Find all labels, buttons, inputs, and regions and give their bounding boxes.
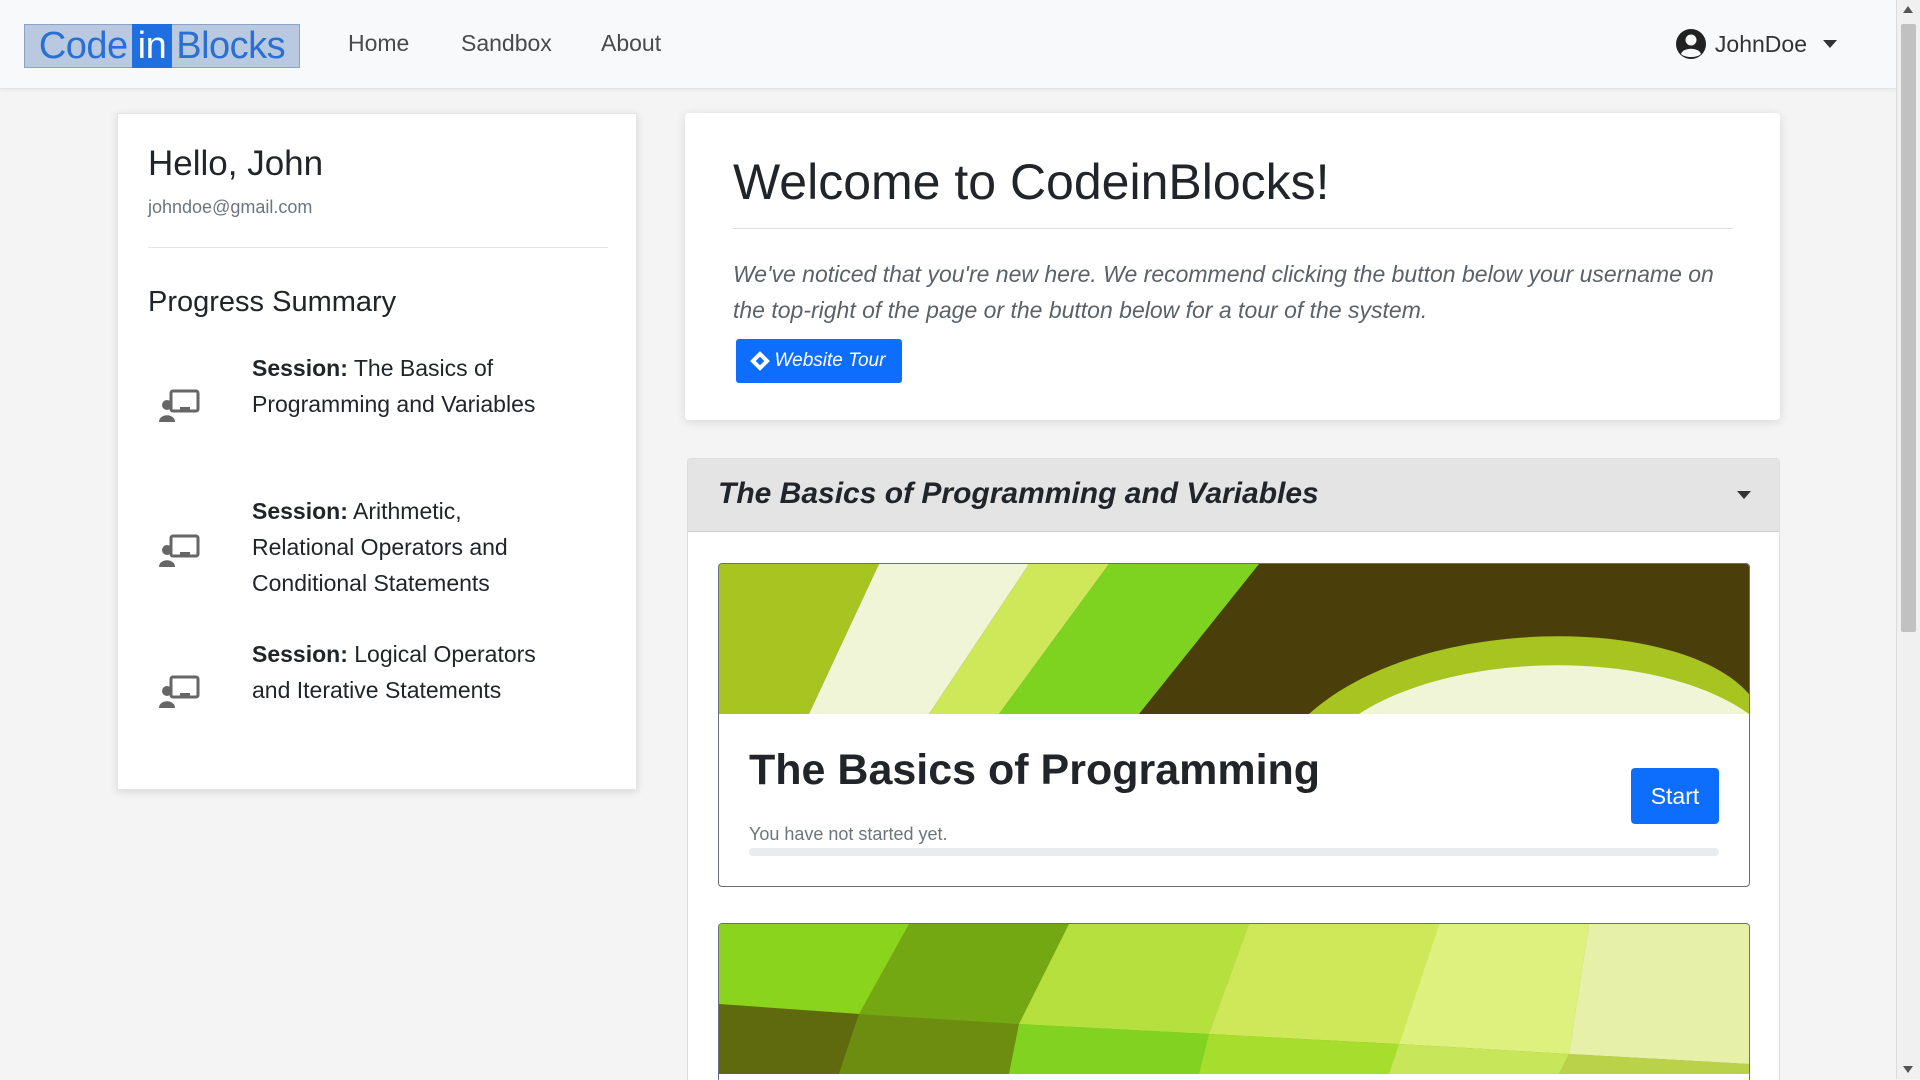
greeting-heading: Hello, John <box>148 144 324 183</box>
accordion-header[interactable]: The Basics of Programming and Variables <box>688 459 1779 532</box>
logo-text-code: Code <box>38 24 128 67</box>
chevron-down-icon <box>1823 40 1837 48</box>
logo-text-blocks: Blocks <box>176 24 286 67</box>
nav-link-about[interactable]: About <box>601 30 661 57</box>
chalkboard-teacher-icon <box>159 389 200 422</box>
divider <box>733 228 1733 229</box>
lesson-card <box>718 923 1750 1080</box>
start-lesson-button[interactable]: Start <box>1631 768 1719 824</box>
scroll-down-icon[interactable] <box>1903 1066 1913 1073</box>
nav-link-home[interactable]: Home <box>348 30 409 57</box>
welcome-heading: Welcome to CodeinBlocks! <box>733 154 1330 210</box>
session-prefix: Session: <box>252 355 348 381</box>
website-tour-button[interactable]: Website Tour <box>736 339 902 383</box>
lesson-progress-bar <box>749 848 1719 856</box>
username-label: JohnDoe <box>1714 30 1807 57</box>
lesson-card: The Basics of Programming You have not s… <box>718 563 1750 887</box>
session-label: Session: The Basics of Programming and V… <box>252 350 552 422</box>
accordion-title: The Basics of Programming and Variables <box>718 477 1319 510</box>
page-scrollbar[interactable] <box>1896 0 1920 1079</box>
lesson-title: The Basics of Programming <box>749 746 1321 794</box>
session-accordion: The Basics of Programming and Variables … <box>687 458 1780 1080</box>
website-tour-label: Website Tour <box>774 350 886 371</box>
chevron-down-icon <box>1737 491 1751 499</box>
session-prefix: Session: <box>252 641 348 667</box>
user-circle-icon <box>1675 29 1706 59</box>
session-label: Session: Logical Operators and Iterative… <box>252 636 552 708</box>
profile-card: Hello, John johndoe@gmail.com Progress S… <box>117 113 637 790</box>
welcome-card: Welcome to CodeinBlocks! We've noticed t… <box>685 113 1780 420</box>
nav-link-sandbox[interactable]: Sandbox <box>461 30 552 57</box>
session-label: Session: Arithmetic, Relational Operator… <box>252 493 552 601</box>
scrollbar-thumb[interactable] <box>1901 24 1916 632</box>
welcome-message: We've noticed that you're new here. We r… <box>733 261 1714 323</box>
user-email: johndoe@gmail.com <box>148 197 313 217</box>
map-signs-icon <box>749 351 770 371</box>
lesson-banner-image <box>719 564 1749 714</box>
divider <box>148 247 608 248</box>
lesson-banner-image <box>719 924 1749 1074</box>
navbar: Code in Blocks Home Sandbox About JohnDoe <box>0 0 1897 89</box>
scroll-up-icon[interactable] <box>1903 6 1913 13</box>
progress-summary-heading: Progress Summary <box>148 286 397 318</box>
chalkboard-teacher-icon <box>159 675 200 708</box>
codeinblocks-logo[interactable]: Code in Blocks <box>24 24 300 68</box>
logo-text-in: in <box>131 24 173 68</box>
chalkboard-teacher-icon <box>159 534 200 567</box>
user-menu-dropdown[interactable]: JohnDoe <box>1675 26 1837 62</box>
session-prefix: Session: <box>252 498 348 524</box>
lesson-status: You have not started yet. <box>749 824 948 844</box>
